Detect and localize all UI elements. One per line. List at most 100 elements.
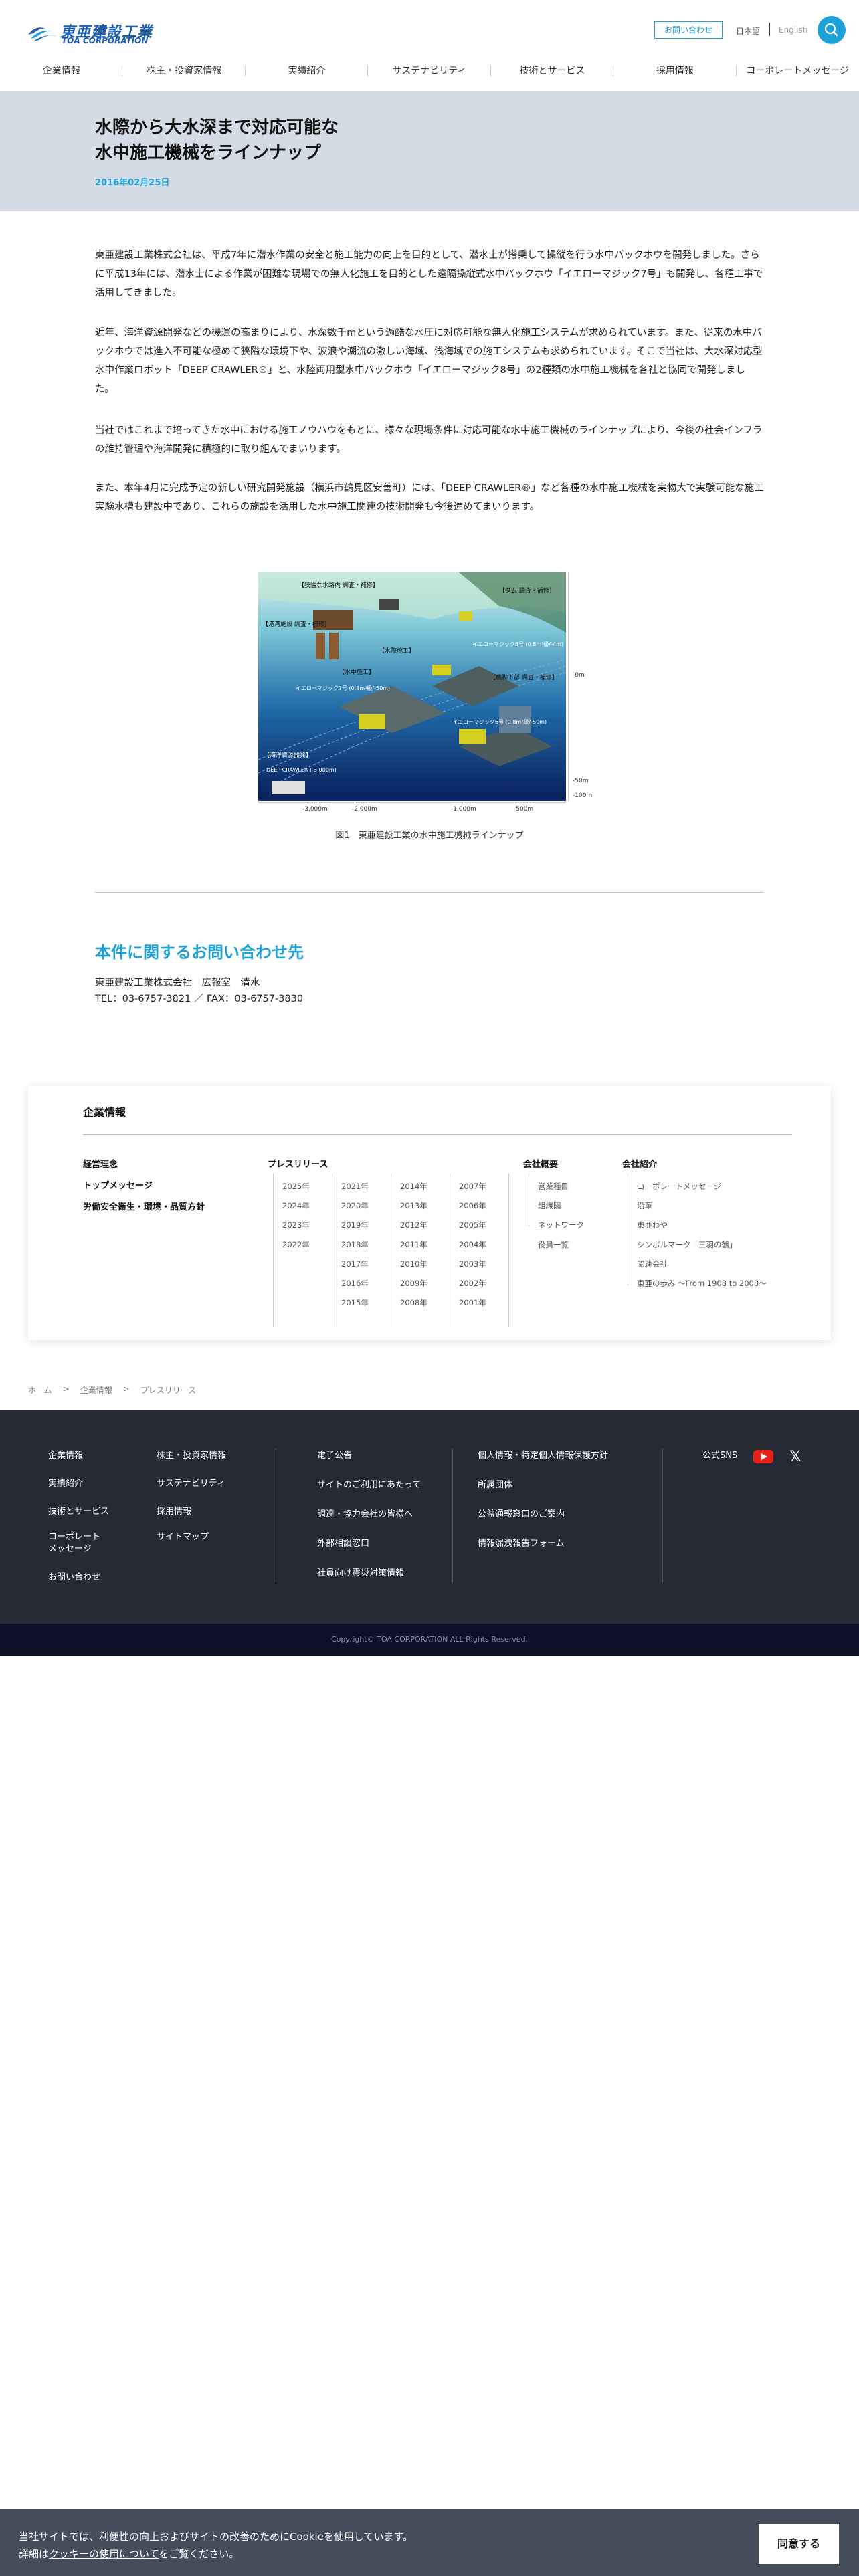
footer-link[interactable]: 外部相談窓口 [317,1538,369,1550]
footer-link[interactable]: コーポレート メッセージ [48,1531,100,1555]
footer-link[interactable]: サイトマップ [157,1531,209,1543]
footer-link[interactable]: 株主・投資家情報 [157,1450,226,1462]
depth-label: -50m [573,778,588,784]
year-link[interactable]: 2020年 [341,1200,369,1211]
intro-link[interactable]: 東亜わや [637,1220,668,1230]
year-link[interactable]: 2012年 [400,1220,427,1230]
footer-link[interactable]: サステナビリティ [157,1478,225,1490]
figure-label: 【水中施工】 [339,668,375,676]
year-link[interactable]: 2015年 [341,1297,369,1308]
depth-label: -100m [573,792,592,799]
footer-link[interactable]: 電子公告 [317,1450,352,1462]
year-link[interactable]: 2024年 [282,1200,310,1211]
nav-projects[interactable]: 実績紹介 [246,62,369,91]
year-link[interactable]: 2004年 [459,1239,486,1250]
footer-link[interactable]: お問い合わせ [48,1572,100,1584]
lang-english-link[interactable]: English [779,25,807,35]
nav-corporate-message[interactable]: コーポレートメッセージ [737,62,859,91]
article-paragraph: また、本年4月に完成予定の新しい研究開発施設（横浜市鶴見区安善町）には、「DEE… [95,483,764,512]
card-title: 企業情報 [83,1106,126,1119]
footer-link[interactable]: 企業情報 [48,1450,83,1462]
lang-japanese-link[interactable]: 日本語 [736,25,760,37]
link-top-message[interactable]: トップメッセージ [83,1178,153,1191]
contact-tel: TEL：03‐6757‐3821 ／ FAX：03‐6757‐3830 [95,994,304,1004]
footer-link[interactable]: サイトのご利用にあたって [317,1479,421,1491]
intro-link[interactable]: シンボルマーク「三羽の鶴」 [637,1239,737,1250]
overview-link[interactable]: ネットワーク [538,1220,584,1230]
header-contact-button[interactable]: お問い合わせ [654,21,723,39]
link-philosophy[interactable]: 経営理念 [83,1157,118,1170]
nav-recruit[interactable]: 採用情報 [613,62,737,91]
intro-link[interactable]: コーポレートメッセージ [637,1181,721,1192]
figure-label: DEEP CRAWLER (-3,000m) [266,767,337,773]
year-link[interactable]: 2019年 [341,1220,369,1230]
footer-link[interactable]: 情報漏洩報告フォーム [478,1538,565,1550]
year-link[interactable]: 2003年 [459,1259,486,1269]
nav-sustainability[interactable]: サステナビリティ [368,62,492,91]
press-release-head[interactable]: プレスリリース [268,1157,328,1170]
footer-link[interactable]: 所属団体 [478,1479,512,1491]
year-link[interactable]: 2005年 [459,1220,486,1230]
distance-label: -500m [514,806,533,813]
year-link[interactable]: 2011年 [400,1239,427,1250]
year-link[interactable]: 2002年 [459,1278,486,1289]
year-link[interactable]: 2016年 [341,1278,369,1289]
site-logo[interactable]: 東亜建設工業 TOA CORPORATION [27,20,154,45]
youtube-icon[interactable] [753,1450,773,1463]
machine-lineup-figure: 【狭隘な水路内 調査・補修】 【ダム 調査・補修】 【港湾施設 調査・補修】 【… [258,572,599,813]
overview-link[interactable]: 組織図 [538,1200,561,1211]
footer-link[interactable]: 技術とサービス [48,1506,109,1518]
copyright: Copyright© TOA CORPORATION ALL Rights Re… [0,1624,859,1656]
footer-link[interactable]: 調達・協力会社の皆様へ [317,1509,413,1521]
footer-link[interactable]: 公益通報窓口のご案内 [478,1509,565,1521]
link-safety-policy[interactable]: 労働安全衛生・環境・品質方針 [83,1200,205,1212]
year-link[interactable]: 2025年 [282,1181,310,1192]
intro-link[interactable]: 関連会社 [637,1259,668,1269]
year-link[interactable]: 2007年 [459,1181,486,1192]
year-link[interactable]: 2018年 [341,1239,369,1250]
overview-link[interactable]: 役員一覧 [538,1239,569,1250]
intro-link[interactable]: 東亜の歩み 〜From 1908 to 2008〜 [637,1278,767,1289]
year-link[interactable]: 2021年 [341,1181,369,1192]
year-link[interactable]: 2010年 [400,1259,427,1269]
year-link[interactable]: 2013年 [400,1200,427,1211]
cookie-accept-button[interactable]: 同意する [759,2524,839,2564]
company-intro-head[interactable]: 会社紹介 [622,1157,657,1170]
search-button[interactable] [818,16,846,44]
company-overview-head[interactable]: 会社概要 [523,1157,558,1170]
footer-divider [662,1448,663,1582]
cookie-message: 当社サイトでは、利便性の向上およびサイトの改善のためにCookieを使用していま… [19,2528,413,2563]
nav-technology[interactable]: 技術とサービス [491,62,614,91]
year-link[interactable]: 2017年 [341,1259,369,1269]
breadcrumb-home[interactable]: ホーム [28,1384,52,1396]
article-paragraph: 近年、海洋資源開発などの機運の高まりにより、水深数千mという過酷な水圧に対応可能… [95,328,763,395]
section-divider [95,892,764,893]
year-link[interactable]: 2023年 [282,1220,310,1230]
year-link[interactable]: 2001年 [459,1297,486,1308]
sns-label: 公式SNS [702,1451,738,1461]
cookie-banner: 当社サイトでは、利便性の向上およびサイトの改善のためにCookieを使用していま… [0,2509,859,2576]
year-link[interactable]: 2008年 [400,1297,427,1308]
breadcrumb-separator: > [122,1384,130,1394]
breadcrumb-corporate[interactable]: 企業情報 [80,1384,112,1396]
nav-investors[interactable]: 株主・投資家情報 [122,62,246,91]
intro-link[interactable]: 沿革 [637,1200,652,1211]
article-title-band: 水際から大水深まで対応可能な 水中施工機械をラインナップ 2016年02月25日 [0,91,859,211]
cookie-line2-post: をご覧ください。 [159,2548,240,2560]
year-col-line [508,1173,509,1327]
figure-label: 【橋脚下部 調査・補修】 [490,673,558,681]
footer-link[interactable]: 社員向け震災対策情報 [317,1568,404,1580]
year-link[interactable]: 2006年 [459,1200,486,1211]
overview-link[interactable]: 営業種目 [538,1181,569,1192]
nav-corporate-info[interactable]: 企業情報 [0,62,123,91]
toa-crane-logo-icon [28,27,58,41]
footer-link[interactable]: 個人情報・特定個人情報保護方針 [478,1450,608,1462]
cookie-line2-pre: 詳細は [19,2548,50,2560]
footer-link[interactable]: 採用情報 [157,1506,191,1518]
footer-link[interactable]: 実績紹介 [48,1478,83,1490]
year-link[interactable]: 2022年 [282,1239,310,1250]
year-link[interactable]: 2009年 [400,1278,427,1289]
year-link[interactable]: 2014年 [400,1181,427,1192]
cookie-policy-link[interactable]: クッキーの使用について [49,2548,159,2560]
x-twitter-icon[interactable]: 𝕏 [789,1448,801,1465]
